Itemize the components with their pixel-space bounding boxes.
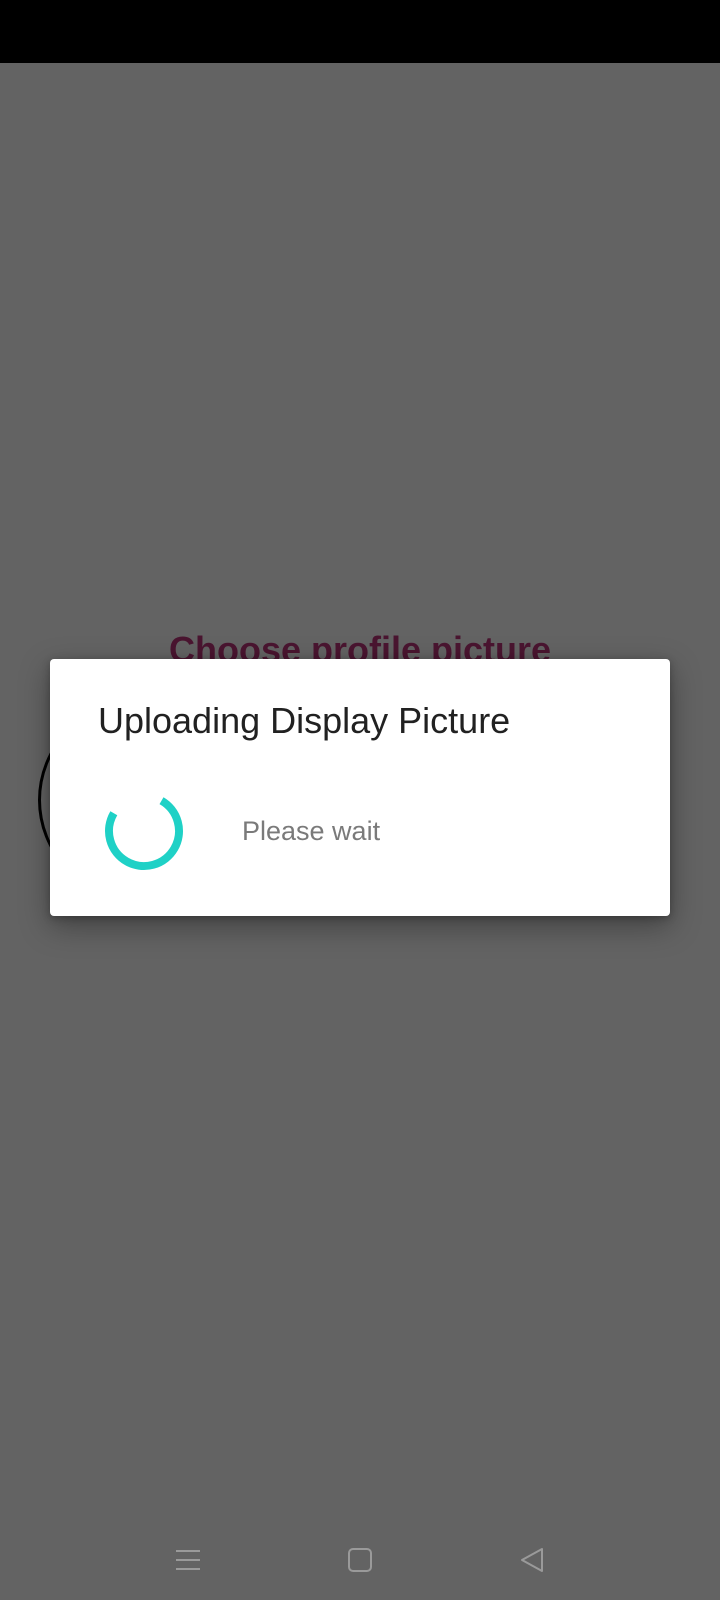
back-triangle-icon[interactable] [506, 1534, 558, 1586]
upload-progress-dialog: Uploading Display Picture Please wait [50, 659, 670, 916]
dialog-message: Please wait [242, 816, 381, 846]
loading-spinner-icon [105, 792, 183, 870]
navigation-bar [0, 1520, 720, 1600]
home-square-icon[interactable] [334, 1534, 386, 1586]
menu-icon[interactable] [162, 1534, 214, 1586]
status-bar [0, 0, 720, 63]
dialog-title: Uploading Display Picture [98, 700, 511, 741]
